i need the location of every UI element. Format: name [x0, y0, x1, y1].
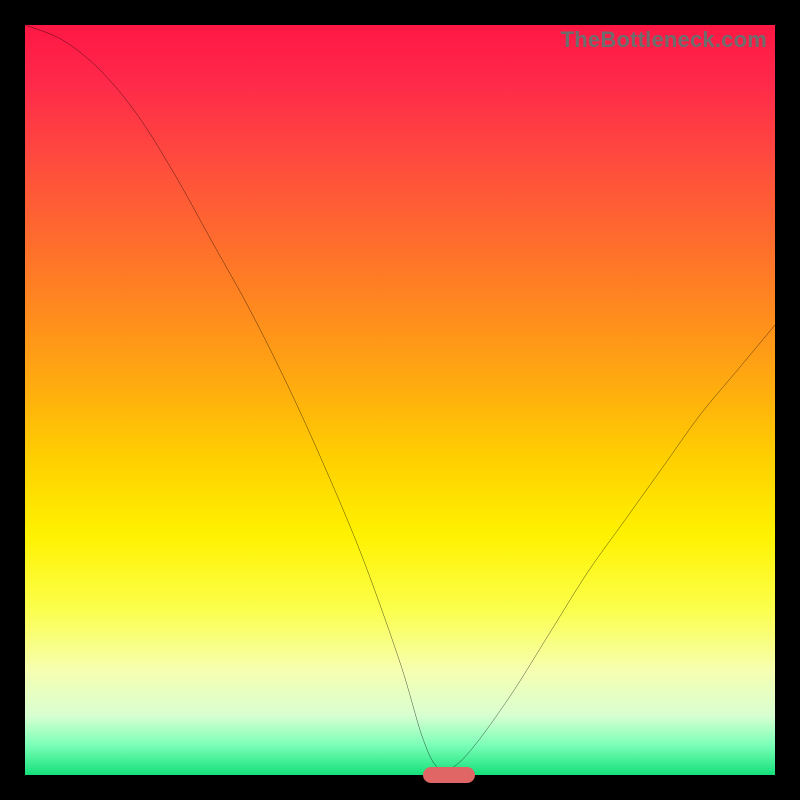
plot-area: TheBottleneck.com — [25, 25, 775, 775]
bottleneck-curve — [25, 25, 775, 775]
chart-frame: TheBottleneck.com — [0, 0, 800, 800]
optimal-range-marker — [423, 767, 476, 783]
